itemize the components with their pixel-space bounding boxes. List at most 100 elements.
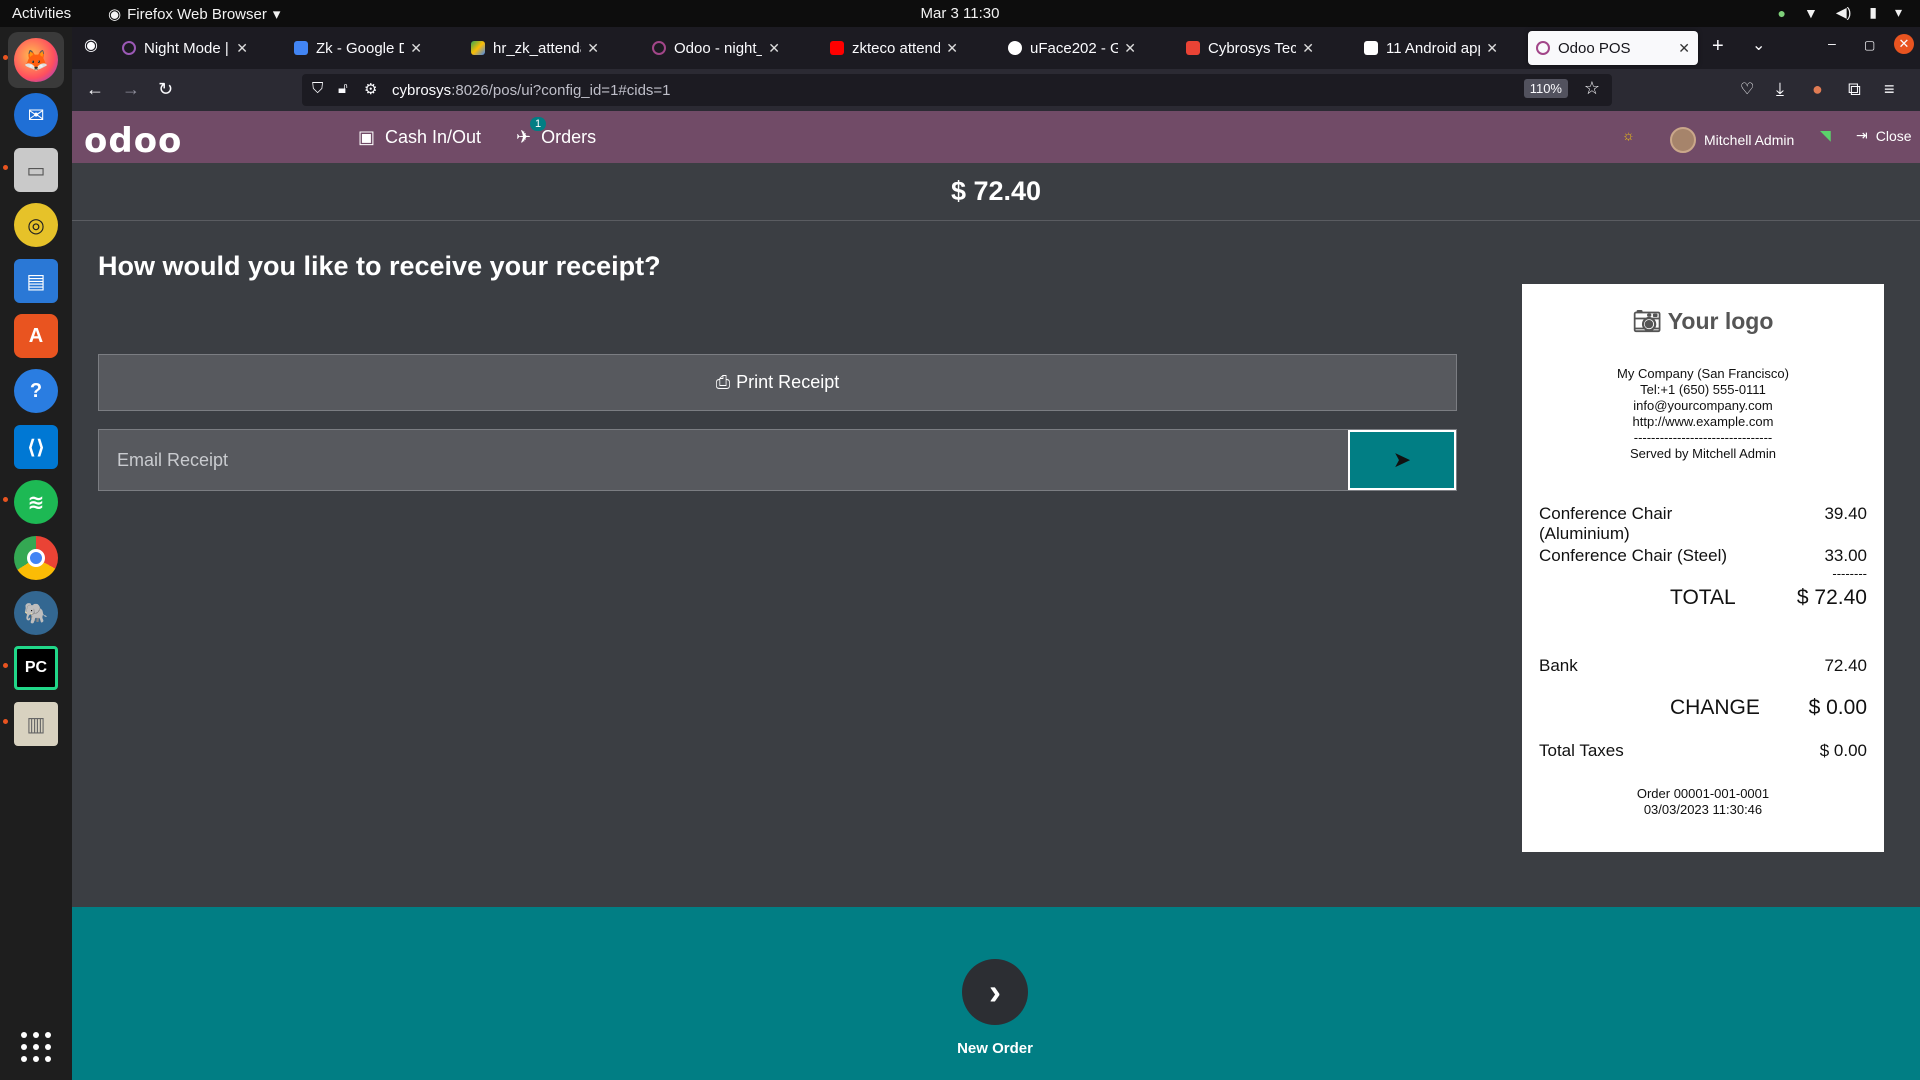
app-menu-label: Firefox Web Browser	[127, 5, 267, 23]
pycharm-icon[interactable]: PC	[8, 640, 64, 696]
files-icon[interactable]: ▭	[8, 142, 64, 198]
maximize-icon[interactable]: ▢	[1864, 38, 1875, 52]
app-menu[interactable]: ◉ Firefox Web Browser ▾	[108, 5, 281, 24]
tab-night-mode[interactable]: Night Mode | Odo✕	[114, 31, 256, 65]
zoom-indicator[interactable]: 110%	[1523, 79, 1568, 98]
bookmark-star-icon[interactable]: ☆	[1584, 78, 1600, 99]
send-email-button[interactable]: ➤	[1348, 430, 1456, 490]
activities-button[interactable]: Activities	[12, 5, 71, 22]
extensions-puzzle-icon[interactable]: ⧉	[1848, 79, 1861, 100]
paper-plane-icon: ➤	[1392, 447, 1412, 472]
new-tab-icon[interactable]: +	[1712, 35, 1724, 58]
vscode-icon[interactable]: ⟨⟩	[8, 419, 64, 475]
receipt-total: TOTAL $ 72.40	[1670, 586, 1867, 609]
pos-footer: › New Order	[72, 907, 1920, 1080]
tab-hr-zk-attendance[interactable]: hr_zk_attendance✕	[463, 31, 607, 65]
extension-icon[interactable]: ●	[1812, 79, 1823, 100]
receipt-change: CHANGE $ 0.00	[1670, 696, 1867, 719]
cash-in-out-button[interactable]: ▣ Cash In/Out	[358, 127, 481, 148]
postgres-icon[interactable]: 🐘	[8, 585, 64, 641]
writer-icon[interactable]: ▤	[8, 253, 64, 309]
tab-favicon	[294, 41, 308, 55]
close-icon[interactable]: ✕	[1486, 40, 1498, 57]
nav-toolbar: ← → ↻ ⛉ 🔓︎ ⚙ cybrosys:8026/pos/ui?config…	[72, 69, 1920, 111]
tab-favicon	[652, 41, 666, 55]
printer-icon: ⎙	[715, 372, 731, 392]
minimize-icon[interactable]: –	[1828, 35, 1836, 51]
user-menu[interactable]: Mitchell Admin	[1670, 127, 1794, 153]
email-receipt-row: ➤	[98, 429, 1457, 491]
rhythmbox-icon[interactable]: ◎	[8, 197, 64, 253]
order-amount: $ 72.40	[72, 163, 1920, 221]
receipt-payment: Bank 72.40	[1539, 656, 1867, 675]
close-pos-button[interactable]: ⇥ Close	[1856, 127, 1912, 144]
new-order-button[interactable]: ›	[962, 959, 1028, 1025]
tab-favicon	[1186, 41, 1200, 55]
tab-android-apps[interactable]: 11 Android apps y✕	[1356, 31, 1506, 65]
battery-icon: ▮	[1869, 4, 1877, 20]
close-icon[interactable]: ✕	[410, 40, 422, 57]
odoo-pos-app: odoo ▣ Cash In/Out ✈ 1 Orders ☼ Mitchell…	[72, 111, 1920, 1080]
clock[interactable]: Mar 3 11:30	[921, 5, 1000, 22]
firefox-icon[interactable]: 🦊	[8, 32, 64, 88]
pocket-icon[interactable]: ♡	[1740, 79, 1754, 99]
close-icon[interactable]: ✕	[946, 40, 958, 57]
wifi-icon: ▼	[1803, 4, 1818, 21]
close-icon[interactable]: ✕	[768, 40, 780, 57]
tab-odoo-pos[interactable]: Odoo POS ✕	[1528, 31, 1698, 65]
avatar	[1670, 127, 1696, 153]
close-icon[interactable]: ✕	[1678, 40, 1690, 57]
tab-google-docs[interactable]: Zk - Google Docs✕	[286, 31, 430, 65]
tab-strip: ◉ Night Mode | Odo✕ Zk - Google Docs✕ hr…	[72, 27, 1920, 69]
forward-icon[interactable]: →	[122, 79, 140, 100]
downloads-icon[interactable]: ⤓	[1776, 79, 1784, 100]
orders-badge: 1	[530, 117, 547, 131]
chrome-icon[interactable]	[8, 530, 64, 586]
hamburger-menu-icon[interactable]: ≡	[1884, 79, 1895, 100]
wifi-status-icon: ◥	[1820, 127, 1831, 143]
url-host: cybrosys	[392, 81, 452, 99]
show-apps-icon[interactable]	[21, 1032, 51, 1062]
chevron-down-icon: ▾	[272, 6, 281, 23]
tab-odoo-night-mode[interactable]: Odoo - night_mod✕	[644, 31, 788, 65]
print-receipt-button[interactable]: ⎙ Print Receipt	[98, 354, 1457, 411]
volume-icon: ◀)	[1835, 4, 1852, 20]
ticket-icon: ✈	[516, 127, 532, 147]
spotify-icon[interactable]: ≋	[8, 474, 64, 530]
reload-icon[interactable]: ↻	[158, 79, 173, 100]
dock: 🦊 ✉ ▭ ◎ ▤ A ? ⟨⟩ ≋ 🐘 PC ▥	[0, 27, 72, 1080]
tab-zkteco[interactable]: zkteco attendanc✕	[822, 31, 966, 65]
firefox-small-icon: ◉	[108, 6, 122, 23]
shield-icon[interactable]: ⛉	[312, 80, 323, 97]
email-receipt-input[interactable]	[99, 430, 1348, 490]
odoo-logo: odoo	[84, 121, 183, 161]
close-icon[interactable]: ✕	[1302, 40, 1314, 57]
close-icon[interactable]: ✕	[587, 40, 599, 57]
pos-header: odoo ▣ Cash In/Out ✈ 1 Orders ☼ Mitchell…	[72, 111, 1920, 163]
insecure-lock-icon[interactable]: 🔓︎	[338, 80, 348, 97]
close-icon[interactable]: ✕	[1124, 40, 1136, 57]
camera-icon: 📷︎	[1632, 308, 1662, 334]
back-icon[interactable]: ←	[86, 79, 104, 100]
help-icon[interactable]: ?	[8, 363, 64, 419]
receipt-logo: 📷︎ Your logo	[1632, 308, 1774, 334]
close-window-icon[interactable]: ✕	[1894, 34, 1914, 54]
archive-icon[interactable]: ▥	[8, 696, 64, 752]
url-bar[interactable]: ⛉ 🔓︎ ⚙ cybrosys:8026/pos/ui?config_id=1#…	[302, 74, 1612, 106]
thunderbird-icon[interactable]: ✉	[8, 87, 64, 143]
app-center-icon[interactable]: A	[8, 308, 64, 364]
close-icon[interactable]: ✕	[236, 40, 248, 57]
tab-uface202[interactable]: uFace202 - Googl✕	[1000, 31, 1144, 65]
chevron-down-icon: ▾	[1894, 4, 1902, 20]
firefox-view-icon[interactable]: ◉	[84, 35, 98, 55]
system-tray[interactable]: ● ▼ ◀) ▮ ▾	[1777, 4, 1902, 21]
orders-button[interactable]: ✈ 1 Orders	[516, 117, 596, 148]
receipt-line: Conference Chair (Aluminium) 39.40	[1539, 504, 1867, 543]
tab-cybrosys[interactable]: Cybrosys Technol✕	[1178, 31, 1322, 65]
tab-favicon	[1364, 41, 1378, 55]
update-icon: ●	[1777, 4, 1786, 21]
receipt-footer: Order 00001-001-0001 03/03/2023 11:30:46	[1636, 786, 1770, 817]
new-order-label: New Order	[957, 1040, 1033, 1057]
permissions-icon[interactable]: ⚙	[364, 80, 377, 98]
list-tabs-icon[interactable]: ⌄	[1752, 35, 1765, 55]
